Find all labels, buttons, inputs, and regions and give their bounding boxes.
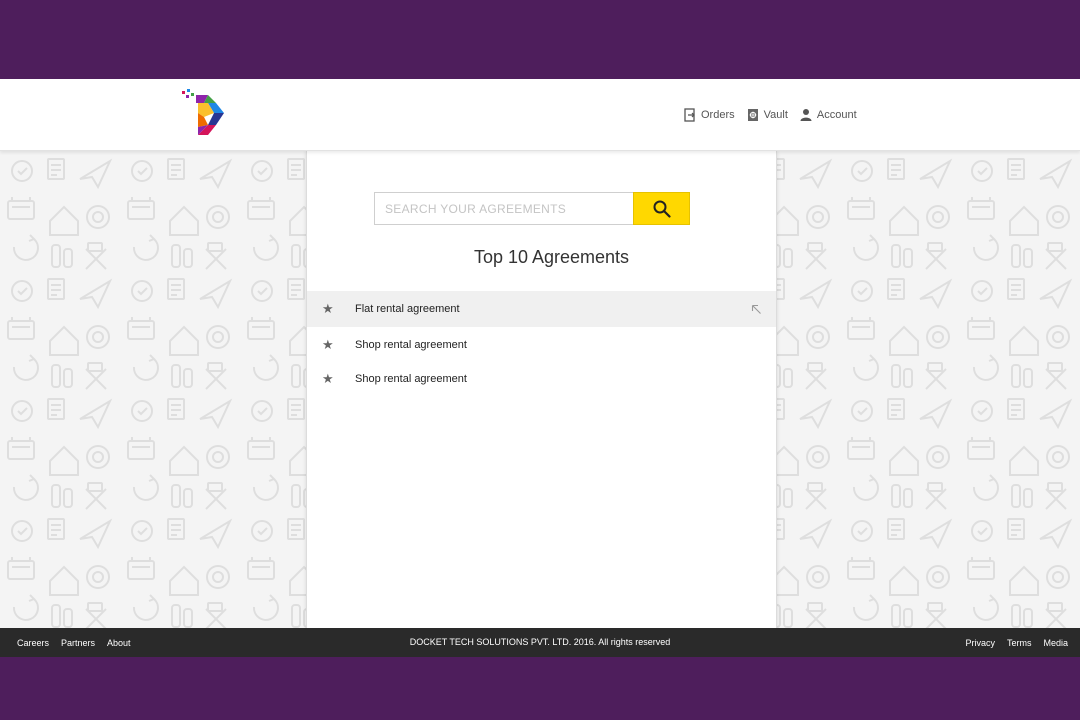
nav-account-label: Account — [816, 109, 857, 121]
vault-icon — [747, 109, 758, 121]
orders-icon — [684, 108, 695, 122]
account-icon — [800, 109, 812, 121]
header-nav: Orders Vault Account — [684, 105, 857, 125]
search-input[interactable] — [374, 192, 633, 225]
nav-orders[interactable]: Orders — [684, 108, 735, 122]
list-item-agreement[interactable]: ★ Shop rental agreement — [307, 361, 776, 397]
list-item-agreement[interactable]: ★ Flat rental agreement — [307, 291, 776, 327]
nav-orders-label: Orders — [701, 109, 735, 121]
agreement-label: Shop rental agreement — [355, 373, 467, 385]
bottom-purple-band — [0, 657, 1080, 720]
agreement-search — [374, 192, 690, 225]
docket-logo-icon[interactable] — [180, 87, 228, 135]
star-icon: ★ — [322, 301, 334, 316]
page-title: Top 10 Agreements — [473, 247, 630, 267]
nav-vault[interactable]: Vault — [747, 108, 788, 122]
footer-link-careers[interactable]: Careers — [17, 638, 49, 648]
search-button[interactable] — [633, 192, 690, 225]
arrow-up-left-icon — [751, 304, 761, 314]
footer-link-media[interactable]: Media — [1043, 638, 1068, 648]
site-footer: DOCKET TECH SOLUTIONS PVT. LTD. 2016. Al… — [0, 628, 1080, 657]
copyright-text: DOCKET TECH SOLUTIONS PVT. LTD. 2016. Al… — [409, 637, 671, 647]
agreements-panel: Top 10 Agreements ★ Flat rental agreemen… — [306, 151, 777, 628]
agreement-label: Shop rental agreement — [355, 339, 467, 351]
star-icon: ★ — [322, 371, 334, 386]
footer-right-links: Privacy Terms Media — [965, 628, 1068, 657]
footer-link-about[interactable]: About — [107, 638, 131, 648]
list-item-agreement[interactable]: ★ Shop rental agreement — [307, 327, 776, 363]
search-icon — [653, 200, 671, 218]
nav-account[interactable]: Account — [800, 108, 857, 122]
site-header: Orders Vault Account — [0, 79, 1080, 151]
agreement-label: Flat rental agreement — [355, 303, 460, 315]
footer-link-terms[interactable]: Terms — [1007, 638, 1032, 648]
star-icon: ★ — [322, 337, 334, 352]
nav-vault-label: Vault — [763, 109, 788, 121]
top-purple-band — [0, 0, 1080, 79]
footer-left-links: Careers Partners About — [17, 628, 143, 657]
footer-link-privacy[interactable]: Privacy — [965, 638, 995, 648]
footer-link-partners[interactable]: Partners — [61, 638, 95, 648]
agreements-list: ★ Flat rental agreement ★ Shop rental ag… — [307, 291, 776, 397]
